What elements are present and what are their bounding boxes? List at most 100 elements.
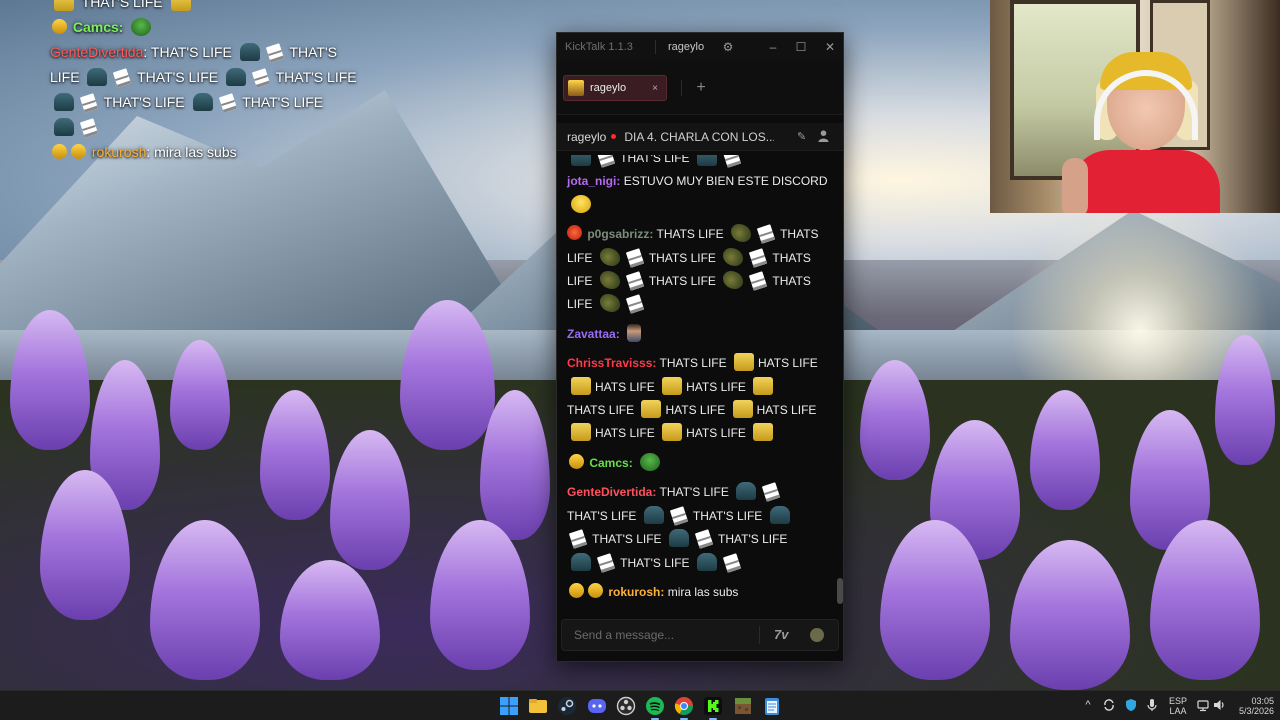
language-layout: LAA <box>1169 706 1187 716</box>
ghost-emote-icon <box>696 155 717 166</box>
message-username[interactable]: Camcs: <box>589 456 632 470</box>
message-username[interactable]: p0gsabrizz: <box>587 227 653 241</box>
sync-icon[interactable] <box>1102 698 1116 712</box>
windows-start-icon[interactable] <box>499 696 519 716</box>
yellow-face-emote-icon <box>571 194 591 213</box>
gold-badge-icon <box>588 582 603 598</box>
chrome-icon[interactable] <box>674 696 694 716</box>
note-emote-icon <box>749 271 768 291</box>
stream-username[interactable]: rageylo <box>567 130 606 144</box>
note-emote-icon <box>722 552 742 573</box>
glasses-emote-icon <box>571 423 591 442</box>
microphone-icon[interactable] <box>1145 698 1159 712</box>
note-emote-icon <box>762 482 781 503</box>
note-emote-icon <box>568 529 588 549</box>
user-list-icon[interactable] <box>818 130 829 142</box>
kicktalk-window: KickTalk 1.1.3 rageylo ⚙ – ☐ ✕ rageylo ×… <box>556 32 844 662</box>
seventv-emote-button[interactable]: 7v <box>774 627 788 642</box>
input-language[interactable]: ESP LAA <box>1168 696 1188 720</box>
message-text: HATS LIFE <box>665 403 726 418</box>
chat-messages: THAT'S LIFE jota_nigi: ESTUVO MUY BIEN E… <box>557 155 843 605</box>
notepad-icon[interactable] <box>762 696 782 716</box>
overlay-chat-line: Camcs: <box>50 15 380 40</box>
note-emote-icon <box>79 93 99 113</box>
overlay-chat-text: THAT'S LIFE <box>103 94 185 110</box>
ghost-emote-icon <box>54 93 74 111</box>
windows-taskbar: ^ ESP LAA 03:05 5/3/2026 <box>0 690 1280 720</box>
spotify-icon[interactable] <box>645 696 665 716</box>
chat-message: Camcs: <box>557 452 843 475</box>
glasses-emote-icon <box>170 0 191 11</box>
network-icon[interactable] <box>1196 698 1210 712</box>
glasses-emote-icon <box>662 376 683 395</box>
overlay-chat-line: THAT'S LIFE <box>50 0 380 15</box>
glasses-emote-icon <box>733 353 754 372</box>
close-icon[interactable]: ✕ <box>822 39 838 55</box>
tab-close-icon[interactable]: × <box>650 83 660 94</box>
overlay-chat-line: THAT'S LIFE THAT'S LIFE <box>50 90 380 115</box>
live-indicator-icon <box>611 134 617 139</box>
maximize-icon[interactable]: ☐ <box>793 39 809 55</box>
message-text: HATS LIFE <box>686 426 746 441</box>
message-text: HATS LIFE <box>686 379 746 394</box>
gear-icon[interactable]: ⚙ <box>721 40 735 54</box>
person-emote-icon <box>627 323 642 342</box>
ghost-emote-icon <box>571 155 591 166</box>
security-shield-icon[interactable] <box>1124 698 1138 712</box>
obs-icon[interactable] <box>616 696 636 716</box>
overlay-chat-text: : THAT'S LIFE <box>143 44 232 60</box>
discord-icon[interactable] <box>587 696 607 716</box>
note-emote-icon <box>596 155 616 168</box>
note-emote-icon <box>749 247 768 268</box>
message-text: LIFE <box>567 274 593 289</box>
message-username[interactable]: Zavattaa: <box>567 327 620 341</box>
glasses-emote-icon <box>662 423 683 442</box>
clock[interactable]: 03:05 5/3/2026 <box>1232 696 1274 720</box>
gold-badge-icon <box>52 19 67 34</box>
chevron-up-icon[interactable]: ^ <box>1081 698 1095 712</box>
glasses-emote-icon <box>641 400 662 419</box>
overlay-chat-username: rokurosh <box>91 144 147 160</box>
gold-badge-icon <box>569 453 584 469</box>
note-emote-icon <box>251 68 271 88</box>
chat-message: GenteDivertida: THAT'S LIFE THAT'S LIFE … <box>557 481 843 575</box>
kick-icon[interactable] <box>703 696 723 716</box>
window-titlebar[interactable]: KickTalk 1.1.3 rageylo ⚙ – ☐ ✕ <box>557 33 843 61</box>
message-username[interactable]: ChrissTravisss: <box>567 356 656 370</box>
tab-rageylo[interactable]: rageylo × <box>563 75 667 101</box>
overlay-chat-text: THAT'S LIFE <box>242 94 324 110</box>
overlay-chat-text: THAT'S LIFE <box>81 0 163 10</box>
message-text: HATS LIFE <box>756 403 817 418</box>
pin-icon[interactable]: ✎ <box>797 130 806 143</box>
overlay-chat-text: : mira las subs <box>146 144 237 160</box>
message-text: ESTUVO MUY BIEN ESTE DISCORD <box>623 174 828 189</box>
message-username[interactable]: rokurosh: <box>608 585 664 599</box>
ghost-emote-icon <box>769 505 790 524</box>
note-emote-icon <box>265 43 284 63</box>
message-username[interactable]: GenteDivertida: <box>567 485 656 499</box>
note-emote-icon <box>625 271 644 291</box>
frog-emote-icon <box>723 247 744 266</box>
file-explorer-icon[interactable] <box>528 696 548 716</box>
add-tab-button[interactable]: + <box>687 75 715 101</box>
overlay-chat-line: rokurosh: mira las subs <box>50 140 380 165</box>
volume-icon[interactable] <box>1212 698 1226 712</box>
overlay-chat-text: LIFE <box>50 69 80 85</box>
tab-divider <box>681 80 682 96</box>
account-name[interactable]: rageylo <box>668 41 704 53</box>
clock-time: 03:05 <box>1251 696 1274 706</box>
chat-scrollbar[interactable] <box>837 578 843 604</box>
minimize-icon[interactable]: – <box>765 39 781 55</box>
ghost-emote-icon <box>54 118 74 136</box>
gold-badge-icon <box>569 582 584 598</box>
minecraft-icon[interactable] <box>733 696 753 716</box>
steam-icon[interactable] <box>557 696 577 716</box>
message-text: THATS LIFE <box>648 274 716 289</box>
ghost-emote-icon <box>668 529 689 548</box>
message-input[interactable] <box>562 620 758 650</box>
message-username[interactable]: jota_nigi: <box>567 174 620 188</box>
message-text: THATS <box>780 227 819 242</box>
note-emote-icon <box>625 247 644 268</box>
emote-picker-icon[interactable] <box>810 628 824 642</box>
message-text: mira las subs <box>667 584 739 599</box>
